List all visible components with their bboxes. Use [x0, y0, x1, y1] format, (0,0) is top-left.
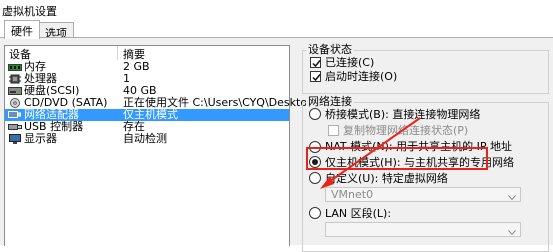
hard-disk-icon [8, 86, 22, 96]
bridged-label[interactable]: 桥接模式(B): 直接连接物理网络 [325, 108, 480, 121]
custom-radio[interactable] [309, 172, 321, 184]
vmnet-select[interactable]: VMnet0 [325, 187, 521, 202]
chevron-down-icon [508, 191, 516, 204]
device-status-title: 设备状态 [306, 43, 354, 56]
device-list[interactable]: 设备 摘要 内存 2 GB 处理器 1 硬盘(SCSI) 40 GB CD/DV… [4, 45, 317, 246]
connect-at-power-on-checkbox[interactable] [310, 71, 321, 82]
radio-selected-dot [312, 159, 318, 165]
memory-icon [8, 62, 22, 72]
tab-hardware[interactable]: 硬件 [4, 20, 40, 39]
connect-at-power-on-label[interactable]: 启动时连接(O) [325, 70, 397, 83]
connected-label[interactable]: 已连接(C) [325, 56, 374, 69]
device-summary: 自动检测 [123, 132, 167, 145]
replicate-state-label[interactable]: 复制物理网络连接状态(P) [343, 124, 468, 137]
device-row-display[interactable]: 显示器 自动检测 [5, 132, 289, 145]
usb-icon [8, 122, 22, 132]
window-title: 虚拟机设置 [2, 5, 57, 18]
lan-segment-select[interactable] [325, 222, 521, 237]
hardware-panel: 设备 摘要 内存 2 GB 处理器 1 硬盘(SCSI) 40 GB CD/DV… [0, 37, 553, 252]
tab-options[interactable]: 选项 [38, 22, 74, 40]
host-only-label[interactable]: 仅主机模式(H): 与主机共享的专用网络 [325, 156, 514, 169]
lan-segment-label[interactable]: LAN 区段(L): [325, 207, 391, 220]
vmnet-select-value: VMnet0 [331, 188, 374, 201]
tab-hardware-label: 硬件 [11, 25, 33, 38]
connected-checkbox[interactable] [310, 57, 321, 68]
custom-label[interactable]: 自定义(U): 特定虚拟网络 [325, 172, 448, 185]
replicate-state-checkbox[interactable] [328, 125, 339, 136]
chevron-down-icon [508, 226, 516, 239]
bridged-radio[interactable] [309, 108, 321, 120]
cd-dvd-icon [8, 98, 22, 108]
lan-segment-radio[interactable] [309, 207, 321, 219]
cpu-icon [8, 74, 22, 84]
network-connection-title: 网络连接 [306, 95, 354, 108]
window-titlebar: 虚拟机设置 [0, 0, 553, 20]
device-list-header: 设备 摘要 [5, 46, 289, 61]
monitor-icon [8, 134, 22, 144]
device-name: 显示器 [24, 132, 57, 145]
tab-strip: 硬件 选项 [0, 20, 553, 40]
nat-radio[interactable] [309, 141, 321, 153]
host-only-radio[interactable] [309, 156, 321, 168]
column-separator[interactable] [117, 46, 118, 60]
nat-label[interactable]: NAT 模式(N): 用于共享主机的 IP 地址 [325, 140, 512, 153]
network-adapter-icon [8, 110, 22, 120]
